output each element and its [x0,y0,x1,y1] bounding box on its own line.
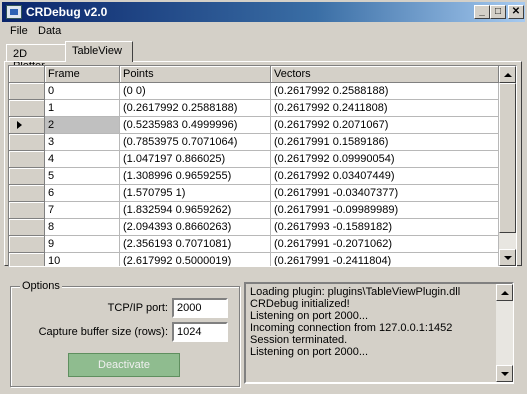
cell-points[interactable]: (2.356193 0.7071081) [120,236,271,253]
cell-frame[interactable]: 10 [45,253,120,266]
cell-points[interactable]: (1.570795 1) [120,185,271,202]
cell-points[interactable]: (1.832594 0.9659262) [120,202,271,219]
cell-frame[interactable]: 1 [45,100,120,117]
chevron-up-icon [504,73,512,77]
row-header-corner [9,66,45,83]
cell-frame[interactable]: 3 [45,134,120,151]
row-header[interactable] [9,83,45,100]
cell-points[interactable]: (2.094393 0.8660263) [120,219,271,236]
column-header-points[interactable]: Points [120,66,271,83]
cell-vectors[interactable]: (0.2617991 -0.03407377) [271,185,499,202]
tab-tableview[interactable]: TableView [65,41,133,62]
cell-points[interactable]: (1.308996 0.9659255) [120,168,271,185]
row-header[interactable] [9,117,45,134]
scroll-thumb[interactable] [499,83,516,233]
column-header-frame[interactable]: Frame [45,66,120,83]
cell-vectors[interactable]: (0.2617992 0.2588188) [271,83,499,100]
row-header[interactable] [9,151,45,168]
row-header[interactable] [9,185,45,202]
scroll-up-button[interactable] [499,66,516,83]
chevron-down-icon [501,372,509,376]
log-line: Listening on port 2000... [250,346,369,358]
scroll-down-button[interactable] [499,249,516,266]
maximize-button[interactable]: □ [490,5,506,19]
row-header[interactable] [9,100,45,117]
cell-vectors[interactable]: (0.2617992 0.03407449) [271,168,499,185]
cell-vectors[interactable]: (0.2617991 -0.09989989) [271,202,499,219]
tab-label: TableView [72,45,122,57]
chevron-down-icon [504,256,512,260]
row-header[interactable] [9,168,45,185]
log-line: CRDebug initialized! [250,298,350,310]
log-line: Session terminated. [250,334,348,346]
row-header[interactable] [9,134,45,151]
close-button[interactable]: ✕ [508,5,524,19]
cell-vectors[interactable]: (0.2617993 -0.1589182) [271,219,499,236]
buffer-size-input[interactable] [172,322,228,342]
cell-frame[interactable]: 9 [45,236,120,253]
cell-vectors[interactable]: (0.2617992 0.09990054) [271,151,499,168]
cell-frame[interactable]: 5 [45,168,120,185]
row-header[interactable] [9,253,45,266]
row-header[interactable] [9,236,45,253]
log-output[interactable]: Loading plugin: plugins\TableViewPlugin.… [244,282,514,384]
current-row-arrow-icon [17,121,22,129]
chevron-up-icon [501,291,509,295]
log-line: Loading plugin: plugins\TableViewPlugin.… [250,286,461,298]
options-title: Options [20,280,62,292]
cell-points[interactable]: (0.2617992 0.2588188) [120,100,271,117]
tab-2d-plotter[interactable]: 2D Plotter [6,44,66,72]
cell-frame[interactable]: 0 [45,83,120,100]
app-window: CRDebug v2.0 _ □ ✕ File Data 2D Plotter … [0,0,527,394]
row-header[interactable] [9,219,45,236]
buffer-size-label: Capture buffer size (rows): [38,326,168,338]
cell-points[interactable]: (0.7853975 0.7071064) [120,134,271,151]
app-icon [6,5,22,19]
cell-vectors[interactable]: (0.2617991 -0.2071062) [271,236,499,253]
cell-vectors[interactable]: (0.2617991 0.1589186) [271,134,499,151]
log-line: Incoming connection from 127.0.0.1:1452 [250,322,453,334]
cell-points[interactable]: (2.617992 0.5000019) [120,253,271,266]
log-line: Listening on port 2000... [250,310,369,322]
log-scroll-up-button[interactable] [496,284,513,301]
cell-points[interactable]: (0 0) [120,83,271,100]
cell-vectors[interactable]: (0.2617992 0.2411808) [271,100,499,117]
column-header-vectors[interactable]: Vectors [271,66,499,83]
window-title: CRDebug v2.0 [26,5,108,19]
cell-frame-selected[interactable]: 2 [45,117,120,134]
log-scroll-down-button[interactable] [496,365,513,382]
cell-frame[interactable]: 7 [45,202,120,219]
cell-vectors[interactable]: (0.2617992 0.2071067) [271,117,499,134]
port-label: TCP/IP port: [107,302,168,314]
log-vertical-scrollbar[interactable] [496,284,513,382]
cell-points[interactable]: (1.047197 0.866025) [120,151,271,168]
cell-frame[interactable]: 4 [45,151,120,168]
row-header[interactable] [9,202,45,219]
menu-bar: File Data [2,23,525,41]
port-input[interactable] [172,298,228,318]
minimize-button[interactable]: _ [474,5,490,19]
grid-vertical-scrollbar[interactable] [499,66,516,266]
menu-file[interactable]: File [10,25,28,37]
data-grid[interactable]: Frame Points Vectors 0 (0 0) (0.2617992 … [8,65,517,267]
title-bar[interactable]: CRDebug v2.0 _ □ ✕ [2,2,525,22]
cell-points[interactable]: (0.5235983 0.4999996) [120,117,271,134]
deactivate-button[interactable]: Deactivate [68,353,180,377]
cell-frame[interactable]: 6 [45,185,120,202]
cell-vectors[interactable]: (0.2617991 -0.2411804) [271,253,499,266]
cell-frame[interactable]: 8 [45,219,120,236]
menu-data[interactable]: Data [38,25,61,37]
